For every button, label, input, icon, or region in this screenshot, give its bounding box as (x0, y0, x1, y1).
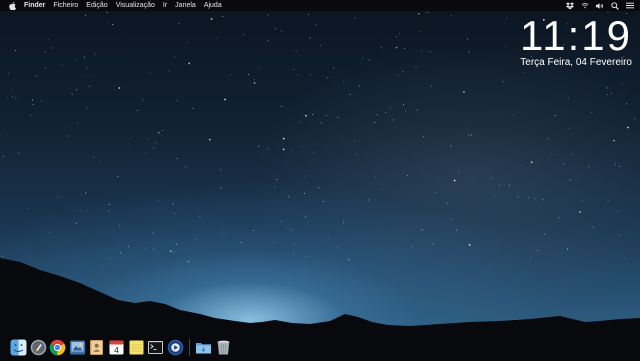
dock-separator (189, 338, 191, 356)
menu-ir[interactable]: Ir (163, 0, 167, 11)
chrome-icon[interactable] (49, 339, 66, 356)
menu-janela[interactable]: Janela (175, 0, 196, 11)
calendar-icon[interactable]: 4 (108, 339, 125, 356)
contacts-icon[interactable] (88, 339, 105, 356)
clock-widget: 11:19 Terça Feira, 04 Fevereiro (492, 14, 632, 69)
apple-icon[interactable] (9, 1, 17, 10)
wifi-icon[interactable] (581, 2, 589, 10)
status-area (559, 0, 634, 11)
launchpad-icon[interactable] (30, 339, 47, 356)
search-icon[interactable] (611, 1, 619, 10)
downloads-folder-icon[interactable] (195, 339, 212, 356)
menu-edicao[interactable]: Edição (86, 0, 107, 11)
clock-date: Terça Feira, 04 Fevereiro (520, 57, 632, 68)
menu-ficheiro[interactable]: Ficheiro (53, 0, 78, 11)
volume-icon[interactable] (596, 2, 604, 10)
notes-icon[interactable] (128, 339, 145, 356)
finder-icon[interactable] (10, 339, 27, 356)
dropbox-icon[interactable] (566, 1, 574, 10)
terminal-icon[interactable] (147, 339, 164, 356)
menu-ajuda[interactable]: Ajuda (204, 0, 222, 11)
menu-finder[interactable]: Finder (24, 0, 45, 11)
quicktime-icon[interactable] (167, 339, 184, 356)
preview-icon[interactable] (69, 339, 86, 356)
clock-time: 11:19 (520, 12, 632, 59)
menu-visualizacao[interactable]: Visualização (116, 0, 155, 11)
calendar-day: 4 (114, 345, 119, 355)
trash-icon[interactable] (215, 339, 232, 356)
list-icon[interactable] (626, 2, 634, 10)
dock: 4 (10, 336, 235, 358)
menu-bar: Finder Ficheiro Edição Visualização Ir J… (0, 0, 640, 11)
